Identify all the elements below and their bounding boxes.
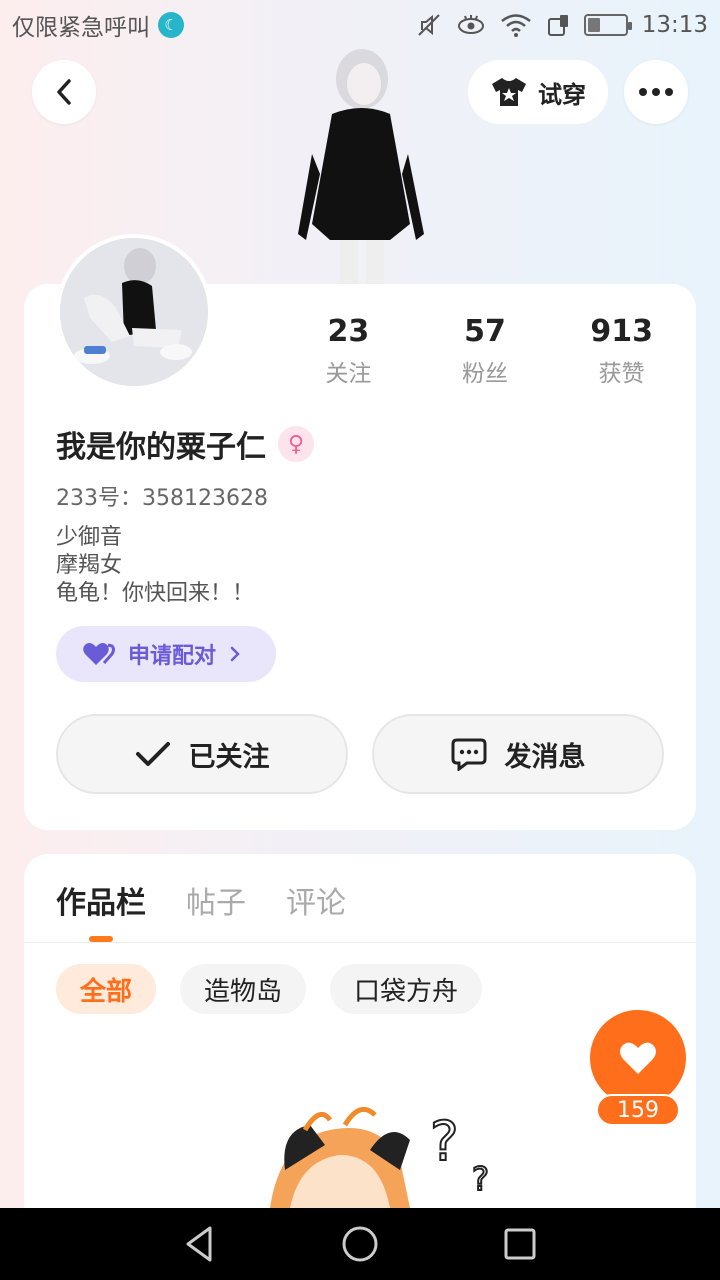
svg-text:?: ? <box>472 1160 489 1198</box>
profile-stats: 23 关注 57 粉丝 913 获赞 <box>280 312 690 388</box>
heart-icon <box>620 1042 656 1074</box>
mute-icon <box>417 14 440 36</box>
stat-following[interactable]: 23 关注 <box>280 312 417 388</box>
username: 我是你的粟子仁 <box>56 430 266 465</box>
tab-comments[interactable]: 评论 <box>286 878 346 922</box>
bio-line: 摩羯女 <box>56 553 123 578</box>
try-on-button[interactable]: 试穿 <box>468 60 608 124</box>
female-icon: ♀ <box>278 426 314 462</box>
stat-label: 关注 <box>325 361 372 387</box>
more-button[interactable] <box>624 60 688 124</box>
tshirt-icon <box>492 78 526 106</box>
sim-card-icon <box>547 15 568 36</box>
battery-icon <box>583 14 632 36</box>
tab-posts[interactable]: 帖子 <box>186 878 246 922</box>
system-nav-bar <box>0 1208 720 1280</box>
filter-pocket-ark[interactable]: 口袋方舟 <box>330 964 483 1014</box>
stat-value: 913 <box>590 314 653 349</box>
divider <box>24 942 696 943</box>
filter-creation-island[interactable]: 造物岛 <box>180 964 307 1014</box>
chevron-right-icon <box>230 646 240 662</box>
stat-followers[interactable]: 57 粉丝 <box>417 312 554 388</box>
recents-nav-icon[interactable] <box>500 1224 540 1264</box>
stat-value: 57 <box>464 314 506 349</box>
stat-label: 获赞 <box>598 361 645 387</box>
message-button[interactable]: 发消息 <box>372 714 664 794</box>
chevron-left-icon <box>57 79 71 105</box>
empty-state-illustration: ? ? <box>250 1100 530 1208</box>
like-fab[interactable] <box>590 1010 686 1106</box>
back-button[interactable] <box>32 60 96 124</box>
try-on-label: 试穿 <box>538 80 586 109</box>
pair-label: 申请配对 <box>128 644 217 669</box>
like-count: 159 <box>596 1094 680 1126</box>
user-id: 233号：358123628 <box>56 486 268 511</box>
home-nav-icon[interactable] <box>340 1224 380 1264</box>
bio: 少御音 摩羯女 龟龟！你快回来！！ <box>56 524 254 608</box>
filter-all[interactable]: 全部 <box>56 964 157 1014</box>
check-icon <box>135 742 170 766</box>
moon-icon: ☾ <box>158 12 184 38</box>
content-tabs: 作品栏 帖子 评论 <box>56 878 346 922</box>
stat-likes[interactable]: 913 获赞 <box>553 312 690 388</box>
profile-name: 我是你的粟子仁 ♀ <box>56 422 314 466</box>
pair-request-button[interactable]: 申请配对 <box>56 626 276 682</box>
avatar-3d-figure <box>290 44 430 288</box>
status-bar: 仅限紧急呼叫 ☾ 13:13 <box>0 0 720 50</box>
followed-button[interactable]: 已关注 <box>56 714 348 794</box>
message-label: 发消息 <box>504 741 586 773</box>
followed-label: 已关注 <box>188 741 270 773</box>
more-dots-icon <box>639 88 673 96</box>
bio-line: 少御音 <box>56 525 123 550</box>
carrier-text: 仅限紧急呼叫 <box>12 15 150 41</box>
wifi-icon <box>500 14 531 37</box>
clock: 13:13 <box>641 12 708 38</box>
stat-label: 粉丝 <box>462 361 508 387</box>
chat-bubble-icon <box>451 738 486 771</box>
svg-text:?: ? <box>430 1110 459 1173</box>
bio-line: 龟龟！你快回来！！ <box>56 581 255 606</box>
avatar[interactable] <box>56 234 212 390</box>
back-nav-icon[interactable] <box>180 1224 220 1264</box>
tab-works[interactable]: 作品栏 <box>56 878 146 922</box>
eye-icon <box>457 15 484 34</box>
filter-chips: 全部 造物岛 口袋方舟 <box>56 964 483 1014</box>
hearts-icon <box>83 643 115 665</box>
stat-value: 23 <box>327 314 370 349</box>
